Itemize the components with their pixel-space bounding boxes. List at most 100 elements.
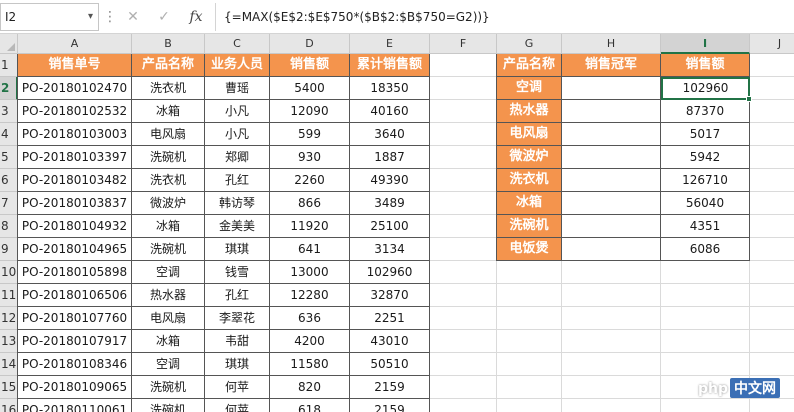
column-header-j[interactable]: J [750,34,794,54]
left-table-cell[interactable]: 13000 [270,261,350,284]
left-table-cell[interactable]: 25100 [350,215,430,238]
left-table-cell[interactable]: 曹瑶 [205,77,270,100]
fill-handle[interactable] [746,96,752,102]
right-table-champion[interactable] [562,146,661,169]
right-table-sales[interactable]: 5017 [661,123,750,146]
row-header-9[interactable]: 9 [0,238,18,261]
cell[interactable] [562,307,661,330]
cell[interactable] [661,261,750,284]
row-header-16[interactable]: 16 [0,399,18,412]
left-table-cell[interactable]: PO-20180103397 [18,146,132,169]
left-table-cell[interactable]: PO-20180106506 [18,284,132,307]
left-table-cell[interactable]: 12280 [270,284,350,307]
active-cell[interactable]: 102960 [661,77,750,100]
cell[interactable] [497,261,562,284]
cell[interactable] [750,353,794,376]
cell[interactable] [430,215,497,238]
left-table-cell[interactable]: 小凡 [205,100,270,123]
row-header-13[interactable]: 13 [0,330,18,353]
left-table-cell[interactable]: 599 [270,123,350,146]
left-table-cell[interactable]: 郑卿 [205,146,270,169]
left-table-cell[interactable]: 冰箱 [132,100,205,123]
left-table-cell[interactable]: 洗衣机 [132,169,205,192]
right-table-product[interactable]: 洗碗机 [497,215,562,238]
left-table-cell[interactable]: PO-20180102470 [18,77,132,100]
cell[interactable] [562,376,661,399]
left-table-cell[interactable]: 11580 [270,353,350,376]
cell[interactable] [750,330,794,353]
row-header-5[interactable]: 5 [0,146,18,169]
cell[interactable] [430,123,497,146]
left-table-cell[interactable]: 洗衣机 [132,77,205,100]
row-header-1[interactable]: 1 [0,54,18,77]
left-table-cell[interactable]: 43010 [350,330,430,353]
cell[interactable] [750,284,794,307]
left-table-cell[interactable]: 琪琪 [205,238,270,261]
left-table-header[interactable]: 销售额 [270,54,350,77]
cell[interactable] [661,353,750,376]
left-table-cell[interactable]: 102960 [350,261,430,284]
left-table-cell[interactable]: 820 [270,376,350,399]
right-table-header[interactable]: 产品名称 [497,54,562,77]
left-table-cell[interactable]: PO-20180107760 [18,307,132,330]
left-table-cell[interactable]: 钱雪 [205,261,270,284]
left-table-cell[interactable]: 洗碗机 [132,238,205,261]
row-header-15[interactable]: 15 [0,376,18,399]
cell[interactable] [661,399,750,412]
right-table-sales[interactable]: 5942 [661,146,750,169]
cell[interactable] [750,307,794,330]
cell[interactable] [750,54,794,77]
left-table-cell[interactable]: 何苹 [205,399,270,412]
right-table-sales[interactable]: 87370 [661,100,750,123]
cell[interactable] [430,54,497,77]
column-header-g[interactable]: G [497,34,562,54]
row-header-8[interactable]: 8 [0,215,18,238]
cell[interactable] [497,399,562,412]
left-table-cell[interactable]: PO-20180108346 [18,353,132,376]
left-table-cell[interactable]: 32870 [350,284,430,307]
cell[interactable] [430,261,497,284]
cell[interactable] [562,261,661,284]
cell[interactable] [497,307,562,330]
left-table-cell[interactable]: 3134 [350,238,430,261]
cell[interactable] [750,192,794,215]
right-table-champion[interactable] [562,77,661,100]
left-table-cell[interactable]: 冰箱 [132,330,205,353]
left-table-header[interactable]: 业务人员 [205,54,270,77]
cell[interactable] [430,169,497,192]
spreadsheet-grid[interactable]: A B C D E F G H I J 1 2 3 4 5 6 7 8 9 10 11 12 13 14 15 16 销售单号 产品名… [0,34,794,412]
left-table-cell[interactable]: 洗碗机 [132,399,205,412]
cell[interactable] [430,376,497,399]
cell[interactable] [562,284,661,307]
insert-function-icon[interactable]: fx [184,5,208,29]
left-table-cell[interactable]: 866 [270,192,350,215]
column-header-d[interactable]: D [270,34,350,54]
cell[interactable] [750,146,794,169]
right-table-champion[interactable] [562,238,661,261]
cell[interactable] [430,353,497,376]
left-table-header[interactable]: 累计销售额 [350,54,430,77]
left-table-cell[interactable]: 50510 [350,353,430,376]
left-table-cell[interactable]: 2260 [270,169,350,192]
cell[interactable] [661,330,750,353]
column-header-c[interactable]: C [205,34,270,54]
cell[interactable] [562,399,661,412]
right-table-product[interactable]: 电饭煲 [497,238,562,261]
left-table-cell[interactable]: PO-20180103003 [18,123,132,146]
cell[interactable] [750,215,794,238]
left-table-cell[interactable]: PO-20180103837 [18,192,132,215]
left-table-cell[interactable]: 2159 [350,399,430,412]
row-header-10[interactable]: 10 [0,261,18,284]
left-table-cell[interactable]: 18350 [350,77,430,100]
right-table-product[interactable]: 洗衣机 [497,169,562,192]
left-table-cell[interactable]: 3640 [350,123,430,146]
left-table-cell[interactable]: PO-20180104932 [18,215,132,238]
cell[interactable] [661,307,750,330]
left-table-cell[interactable]: 韩访琴 [205,192,270,215]
left-table-cell[interactable]: 空调 [132,353,205,376]
cell[interactable] [750,100,794,123]
row-header-4[interactable]: 4 [0,123,18,146]
left-table-cell[interactable]: 49390 [350,169,430,192]
left-table-cell[interactable]: 636 [270,307,350,330]
cell[interactable] [562,353,661,376]
